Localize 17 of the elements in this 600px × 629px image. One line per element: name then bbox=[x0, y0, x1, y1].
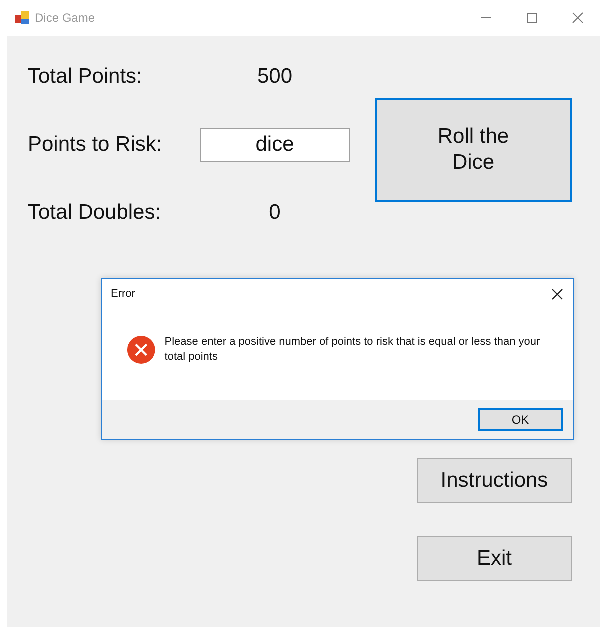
action-button[interactable]: Instructions bbox=[417, 458, 572, 503]
error-icon bbox=[127, 334, 156, 366]
app-icon bbox=[15, 11, 29, 25]
value-text: 500 bbox=[256, 65, 294, 89]
window-title: Dice Game bbox=[35, 11, 96, 25]
error-message: Please enter a positive number of points to risk that is equal or less than your total points bbox=[164, 334, 542, 364]
roll-button[interactable]: Roll the Dice bbox=[375, 98, 572, 202]
value-text: 0 bbox=[268, 201, 282, 225]
points-input[interactable]: dice bbox=[200, 128, 350, 162]
close-icon[interactable] bbox=[552, 288, 563, 300]
maximize-icon[interactable] bbox=[526, 12, 538, 24]
ok-button[interactable]: OK bbox=[478, 408, 563, 431]
field-label: Total Points: bbox=[28, 65, 144, 89]
dialog-title: Error bbox=[111, 288, 136, 300]
field-label: Total Doubles: bbox=[28, 201, 162, 225]
action-button[interactable]: Exit bbox=[417, 536, 572, 581]
field-label: Points to Risk: bbox=[28, 133, 164, 157]
